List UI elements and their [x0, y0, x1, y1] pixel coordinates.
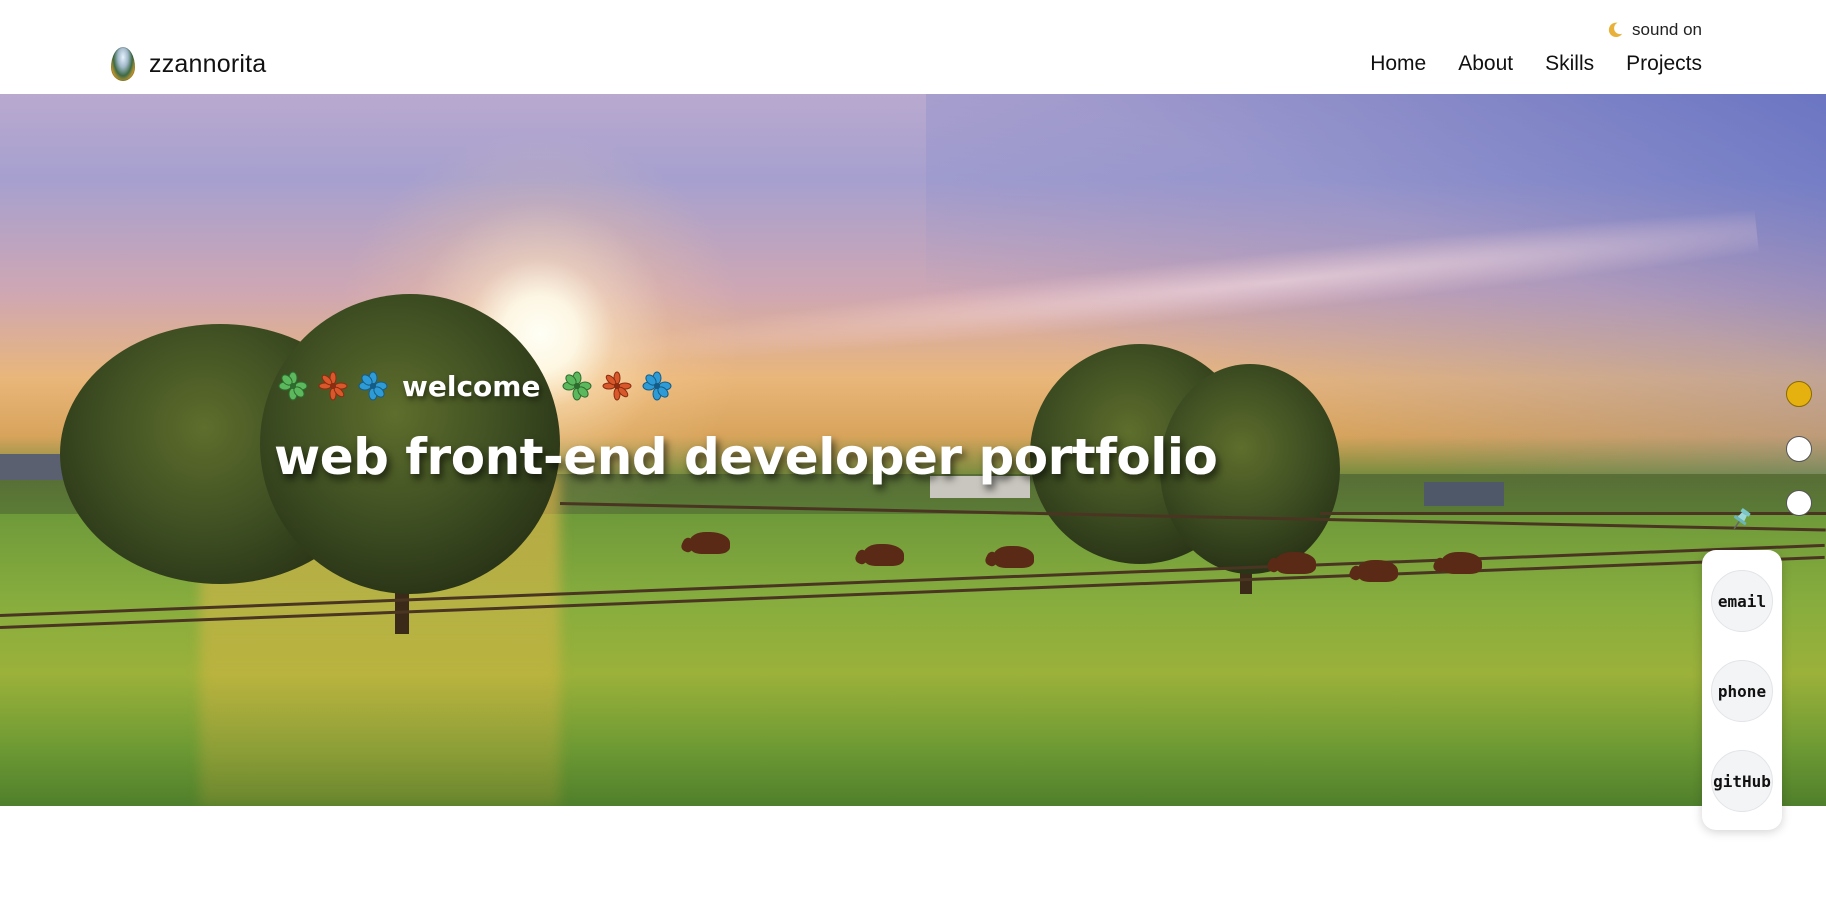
orange-flower-icon — [602, 371, 632, 401]
nav-skills[interactable]: Skills — [1545, 52, 1594, 76]
contact-panel: email phone gitHub — [1702, 550, 1782, 830]
blue-flower-icon — [358, 371, 388, 401]
phone-button[interactable]: phone — [1711, 660, 1773, 722]
green-flower-icon — [562, 371, 592, 401]
main-nav: Home About Skills Projects — [1370, 50, 1702, 78]
page-indicator-3[interactable] — [1786, 490, 1812, 516]
barn — [1424, 482, 1504, 506]
horse — [690, 532, 730, 554]
site-header: zzannorita sound on Home About Skills Pr… — [0, 0, 1826, 94]
welcome-text: welcome — [402, 369, 541, 403]
horse — [864, 544, 904, 566]
horse — [1442, 552, 1482, 574]
sound-label: sound on — [1632, 20, 1702, 39]
horse — [1358, 560, 1398, 582]
sound-toggle[interactable]: sound on — [1606, 18, 1702, 42]
page-indicator-2[interactable] — [1786, 436, 1812, 462]
nav-about[interactable]: About — [1458, 52, 1513, 76]
nav-projects[interactable]: Projects — [1626, 52, 1702, 76]
egg-logo-icon — [111, 47, 135, 81]
hero-headline: web front-end developer portfolio — [274, 428, 1218, 486]
welcome-row: welcome — [278, 366, 672, 406]
horse — [1276, 552, 1316, 574]
brand-home-link[interactable]: zzannorita — [111, 46, 266, 82]
github-button[interactable]: gitHub — [1711, 750, 1773, 812]
green-flower-icon — [278, 371, 308, 401]
page-indicator-1[interactable] — [1786, 381, 1812, 407]
email-button[interactable]: email — [1711, 570, 1773, 632]
pushpin-icon — [1733, 508, 1751, 530]
orange-flower-icon — [318, 371, 348, 401]
horse — [994, 546, 1034, 568]
moon-icon — [1608, 22, 1623, 38]
brand-name: zzannorita — [149, 49, 267, 78]
nav-home[interactable]: Home — [1370, 52, 1426, 76]
blue-flower-icon — [642, 371, 672, 401]
